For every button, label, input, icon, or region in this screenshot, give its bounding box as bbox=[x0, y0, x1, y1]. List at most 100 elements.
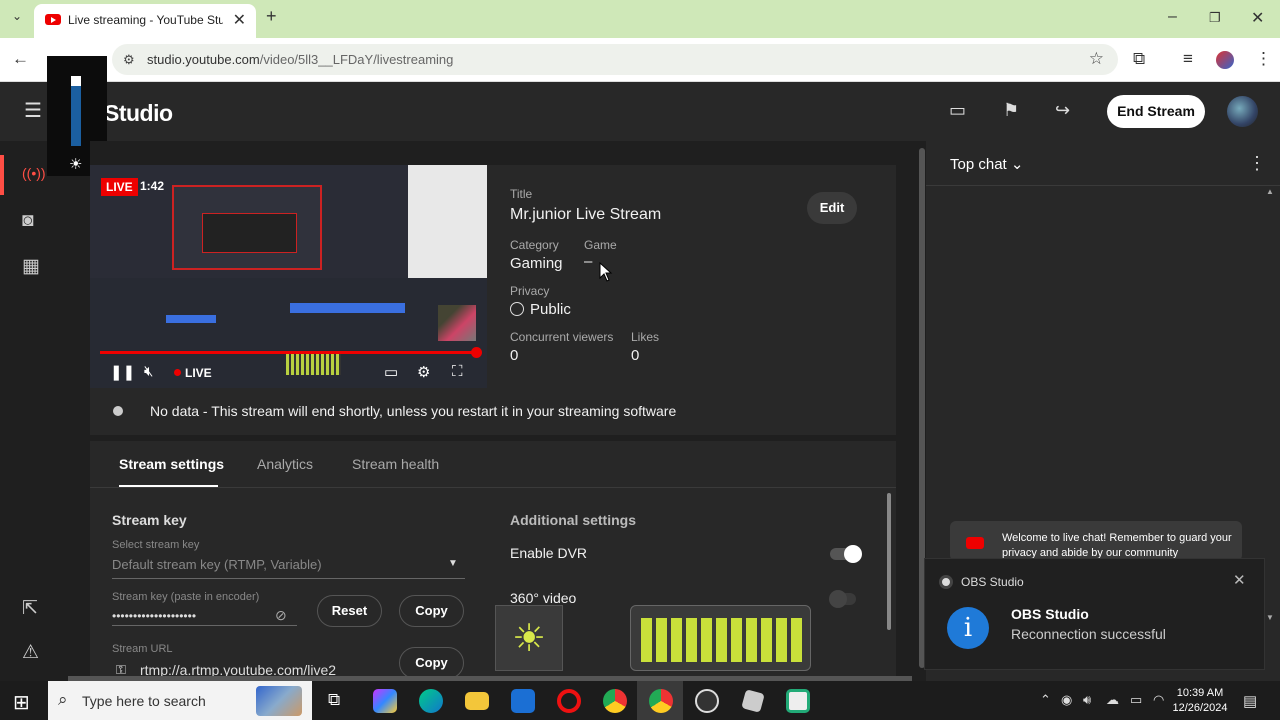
chat-divider bbox=[926, 185, 1280, 186]
enable-dvr-label: Enable DVR bbox=[510, 545, 588, 561]
battery-icon[interactable]: ▭ bbox=[1130, 692, 1142, 708]
tray-chevron-icon[interactable]: ⌃ bbox=[1040, 692, 1051, 708]
preview-meter bbox=[286, 353, 341, 375]
preview-side-panel bbox=[408, 165, 487, 278]
brightness-icon: ☀ bbox=[69, 156, 83, 173]
info-icon: i bbox=[947, 607, 989, 649]
browser-tab[interactable]: Live streaming - YouTube Studi ✕ bbox=[34, 4, 256, 38]
video-360-label: 360° video bbox=[510, 590, 577, 606]
chrome-icon[interactable] bbox=[603, 689, 627, 713]
copy-url-button[interactable]: Copy bbox=[399, 647, 464, 679]
edge-icon[interactable] bbox=[419, 689, 443, 713]
close-tab-icon[interactable]: ✕ bbox=[233, 10, 246, 30]
captions-icon[interactable]: ▭ bbox=[384, 363, 398, 381]
live-broadcast-icon[interactable]: ((•)) bbox=[22, 165, 46, 181]
calendar-icon[interactable]: ▦ bbox=[22, 255, 40, 278]
search-icon: ⌕ bbox=[58, 690, 68, 709]
app-icon[interactable] bbox=[786, 689, 810, 713]
share-icon[interactable]: ↪ bbox=[1055, 100, 1070, 121]
mute-icon[interactable]: 🔇︎ bbox=[144, 363, 153, 380]
progress-scrubber[interactable] bbox=[471, 347, 482, 358]
dropdown-arrow-icon[interactable]: ▼ bbox=[448, 558, 458, 569]
chat-welcome-banner: Welcome to live chat! Remember to guard … bbox=[950, 521, 1242, 561]
system-clock[interactable]: 10:39 AM 12/26/2024 bbox=[1170, 686, 1230, 716]
opera-icon[interactable] bbox=[557, 689, 581, 713]
omnibox[interactable]: ⚙ studio.youtube.com/video/5ll3__LFDaY/l… bbox=[112, 44, 1118, 75]
hide-key-icon[interactable]: ⊘ bbox=[275, 607, 287, 624]
copilot-icon[interactable] bbox=[373, 689, 397, 713]
avatar[interactable] bbox=[1227, 96, 1258, 127]
file-explorer-icon[interactable] bbox=[465, 692, 489, 710]
tab-analytics[interactable]: Analytics bbox=[257, 456, 313, 472]
settings-gear-icon[interactable]: ⚙ bbox=[417, 363, 430, 381]
tray-app-icon[interactable]: ◉ bbox=[1061, 692, 1072, 708]
obs-taskbar-icon[interactable] bbox=[695, 689, 719, 713]
edit-button[interactable]: Edit bbox=[807, 192, 857, 224]
settings-scrollbar[interactable] bbox=[887, 493, 891, 630]
privacy-label: Privacy bbox=[510, 284, 550, 298]
viewers-label: Concurrent viewers bbox=[510, 330, 614, 344]
hamburger-menu-icon[interactable]: ☰ bbox=[24, 98, 42, 123]
close-window-icon[interactable]: ✕ bbox=[1251, 8, 1264, 28]
sun-icon: ☀ bbox=[512, 618, 547, 660]
new-tab-icon[interactable]: + bbox=[266, 6, 277, 27]
live-indicator[interactable]: LIVE bbox=[174, 366, 212, 380]
notification-center-icon[interactable]: ▤ bbox=[1243, 692, 1257, 710]
open-external-icon[interactable]: ⇱ bbox=[22, 597, 38, 620]
fullscreen-icon[interactable]: ⛶ bbox=[452, 363, 463, 380]
address-bar-row: ← ⚙ studio.youtube.com/video/5ll3__LFDaY… bbox=[0, 38, 1280, 82]
minimize-icon[interactable]: – bbox=[1168, 8, 1177, 26]
taskbar-search[interactable]: ⌕ Type here to search bbox=[48, 681, 312, 720]
browser-menu-icon[interactable]: ⋮ bbox=[1255, 49, 1272, 69]
stream-url-label: Stream URL bbox=[112, 643, 173, 655]
reset-button[interactable]: Reset bbox=[317, 595, 382, 627]
active-tab-underline bbox=[119, 485, 218, 487]
chat-scroll-up-icon[interactable]: ▲ bbox=[1266, 187, 1274, 196]
camera-icon[interactable]: ◙ bbox=[22, 210, 33, 232]
profile-icon[interactable] bbox=[1216, 51, 1234, 69]
select-key-label: Select stream key bbox=[112, 539, 200, 551]
onedrive-icon[interactable]: ☁ bbox=[1106, 692, 1119, 708]
store-icon[interactable] bbox=[511, 689, 535, 713]
preview-thumbnail bbox=[438, 305, 476, 341]
stream-key-field[interactable]: •••••••••••••••••••• bbox=[112, 609, 196, 623]
tab-stream-health[interactable]: Stream health bbox=[352, 456, 439, 472]
back-icon[interactable]: ← bbox=[12, 49, 29, 69]
chrome-active-icon[interactable] bbox=[649, 689, 673, 713]
roblox-icon[interactable] bbox=[741, 689, 765, 713]
top-chat-dropdown[interactable]: Top chat ⌄ bbox=[950, 155, 1023, 173]
bookmark-icon[interactable]: ⚑ bbox=[1003, 100, 1019, 121]
tab-stream-settings[interactable]: Stream settings bbox=[119, 456, 224, 472]
pause-icon[interactable]: ❚❚ bbox=[110, 363, 135, 381]
windows-taskbar: ⊞ ⌕ Type here to search ⧉ ⌃ ◉ 🔊︎ ☁ ▭ ◠ 1… bbox=[0, 681, 1280, 720]
stream-key-select[interactable]: Default stream key (RTMP, Variable) bbox=[112, 557, 322, 572]
chat-more-icon[interactable]: ⋮ bbox=[1248, 153, 1266, 174]
chat-scroll-down-icon[interactable]: ▼ bbox=[1266, 613, 1274, 622]
site-info-icon[interactable]: ⚙ bbox=[123, 52, 135, 68]
obs-notification-toast[interactable]: OBS Studio ✕ i OBS Studio Reconnection s… bbox=[924, 558, 1265, 670]
feedback-icon[interactable]: ⚠ bbox=[22, 641, 39, 664]
extensions-icon[interactable]: ⧉ bbox=[1133, 49, 1145, 69]
close-icon[interactable]: ✕ bbox=[1233, 571, 1246, 589]
volume-icon[interactable]: 🔊︎ bbox=[1083, 692, 1091, 708]
progress-bar[interactable] bbox=[100, 351, 478, 354]
restore-icon[interactable]: ❐ bbox=[1209, 10, 1221, 26]
audio-level-bars bbox=[641, 618, 803, 662]
media-control-icon[interactable]: ≡ bbox=[1183, 49, 1193, 69]
dvr-toggle-knob[interactable] bbox=[844, 545, 862, 563]
clapperboard-icon[interactable]: ▭ bbox=[949, 100, 966, 121]
video360-toggle-knob[interactable] bbox=[829, 590, 847, 608]
end-stream-button[interactable]: End Stream bbox=[1107, 95, 1205, 128]
video-player[interactable]: LIVE 1:42 ❚❚ 🔇︎ LIVE ▭ ⚙ ⛶ bbox=[90, 165, 487, 388]
toast-body: Reconnection successful bbox=[1011, 626, 1166, 642]
tab-title: Live streaming - YouTube Studi bbox=[68, 13, 223, 27]
bookmark-star-icon[interactable]: ☆ bbox=[1089, 49, 1104, 69]
url-text: studio.youtube.com/video/5ll3__LFDaY/liv… bbox=[147, 52, 454, 67]
wifi-icon[interactable]: ◠ bbox=[1153, 692, 1164, 708]
left-nav-rail: ((•)) ◙ ▦ ⇱ ⚠ bbox=[0, 141, 68, 681]
task-view-icon[interactable]: ⧉ bbox=[328, 690, 340, 710]
copy-key-button[interactable]: Copy bbox=[399, 595, 464, 627]
tab-search-icon[interactable]: ⌄ bbox=[12, 9, 22, 23]
windows-start-icon[interactable]: ⊞ bbox=[13, 690, 30, 715]
studio-logo[interactable]: Studio bbox=[104, 100, 173, 127]
